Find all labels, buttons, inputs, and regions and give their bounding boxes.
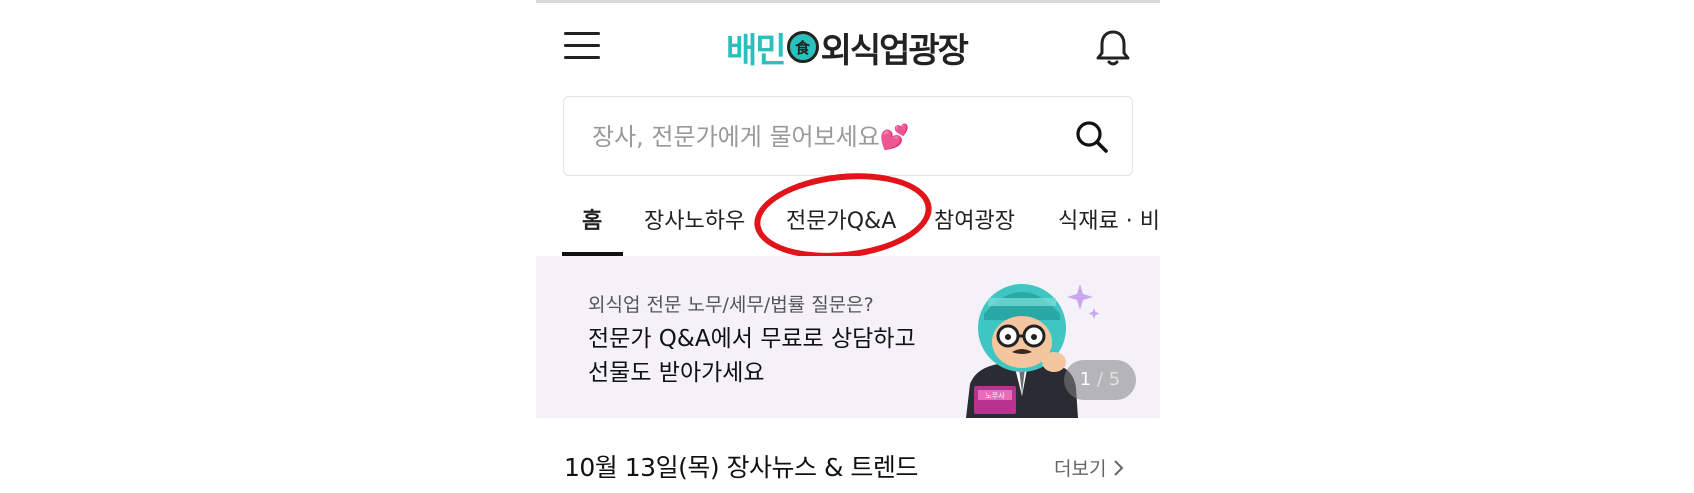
tab-participation[interactable]: 참여광장 [934, 202, 1015, 242]
tab-ingredients[interactable]: 식재료 · 비 [1058, 202, 1160, 242]
logo-mark: 食 [786, 31, 819, 63]
chevron-right-icon [1114, 459, 1124, 476]
search-bar [563, 96, 1133, 176]
page-total: / 5 [1096, 369, 1121, 390]
app-screen: 배민 食 외식업광장 홈 장사노하우 전문가Q&A 참여광장 식재료 · 비 외… [536, 0, 1160, 493]
banner-title-line2: 선물도 받아가세요 [588, 360, 765, 386]
logo-name: 외식업광장 [820, 30, 969, 71]
page-current: 1 [1079, 369, 1092, 390]
page-indicator: 1 / 5 [1064, 360, 1136, 400]
tab-business-knowhow[interactable]: 장사노하우 [644, 202, 745, 242]
search-icon[interactable] [1072, 117, 1112, 157]
logo-brand: 배민 [726, 30, 787, 71]
notification-bell-icon[interactable] [1096, 28, 1130, 68]
banner-title-line1: 전문가 Q&A에서 무료로 상담하고 [588, 326, 916, 352]
news-section-title: 10월 13일(목) 장사뉴스 & 트렌드 [564, 453, 918, 482]
search-input[interactable] [590, 117, 1064, 157]
banner-subtitle: 외식업 전문 노무/세무/법률 질문은? [588, 294, 874, 316]
menu-icon[interactable] [564, 30, 600, 62]
more-label: 더보기 [1054, 458, 1107, 480]
promo-banner[interactable]: 외식업 전문 노무/세무/법률 질문은? 전문가 Q&A에서 무료로 상담하고 … [536, 256, 1160, 418]
banner-title: 전문가 Q&A에서 무료로 상담하고 선물도 받아가세요 [588, 322, 928, 390]
more-link[interactable]: 더보기 [1054, 454, 1124, 481]
badge-label: 노무사 [985, 391, 1005, 400]
app-logo[interactable]: 배민 食 외식업광장 [726, 22, 969, 72]
category-tabs: 홈 장사노하우 전문가Q&A 참여광장 식재료 · 비 [536, 188, 1160, 256]
top-divider [536, 0, 1160, 3]
tab-home[interactable]: 홈 [582, 202, 602, 242]
tab-expert-qa[interactable]: 전문가Q&A [786, 202, 896, 242]
